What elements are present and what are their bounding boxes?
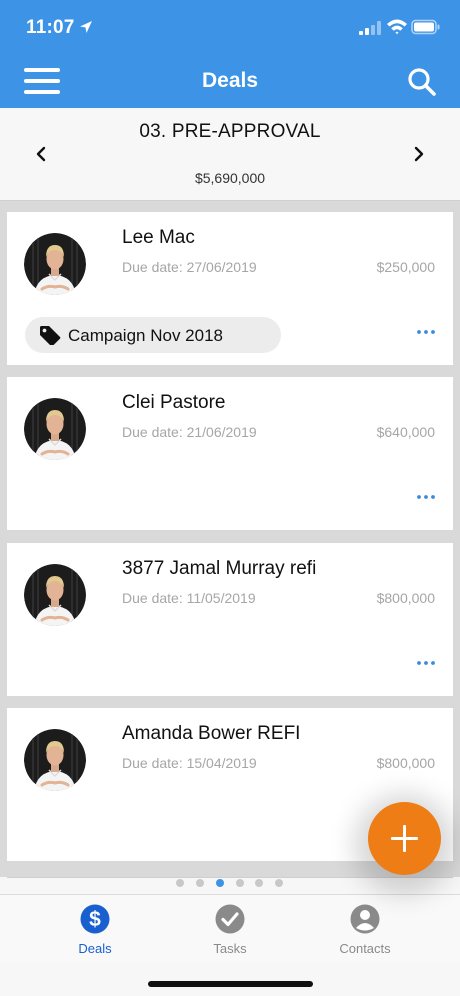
cellular-signal-icon [359, 21, 381, 35]
app-header: 11:07 Deals [0, 0, 460, 108]
tab-contacts-label: Contacts [339, 941, 391, 956]
avatar [24, 233, 86, 295]
deal-name: Amanda Bower REFI [122, 723, 301, 744]
plus-icon [403, 825, 406, 852]
deal-card[interactable]: Lee Mac Due date: 27/06/2019 $250,000 Campa… [7, 212, 453, 365]
stage-name: 03. PRE-APPROVAL [139, 121, 321, 142]
page-dot[interactable] [275, 879, 283, 887]
tab-tasks-label: Tasks [213, 941, 247, 956]
wifi-icon [387, 19, 407, 35]
bottom-area: $ Deals Tasks Contacts [0, 877, 460, 996]
person-circle-icon [350, 904, 380, 934]
page-dot[interactable] [236, 879, 244, 887]
location-arrow-icon [80, 21, 92, 33]
deal-amount: $250,000 [376, 259, 435, 275]
check-circle-icon [215, 904, 245, 934]
more-options-icon[interactable] [415, 324, 437, 340]
more-options-icon[interactable] [415, 655, 437, 671]
page-dot[interactable] [216, 879, 224, 887]
more-options-icon[interactable] [415, 489, 437, 505]
tab-deals-label: Deals [78, 941, 112, 956]
tag-label: Campaign Nov 2018 [68, 326, 223, 345]
dollar-circle-icon: $ [80, 904, 110, 934]
page-indicator [0, 878, 460, 893]
deal-name: Lee Mac [122, 227, 195, 248]
battery-icon [411, 19, 440, 35]
tab-bar: $ Deals Tasks Contacts [0, 894, 460, 962]
deal-list: Lee Mac Due date: 27/06/2019 $250,000 Campa… [0, 201, 460, 877]
stage-total: $5,690,000 [194, 170, 266, 186]
deal-due-date: Due date: 11/05/2019 [122, 590, 256, 606]
deal-name: Clei Pastore [122, 392, 226, 413]
avatar [24, 398, 86, 460]
chevron-left-icon[interactable] [32, 144, 50, 164]
deal-card[interactable]: Clei Pastore Due date: 21/06/2019 $640,000 [7, 377, 453, 530]
search-icon[interactable] [406, 66, 438, 98]
tab-tasks[interactable]: Tasks [175, 895, 285, 963]
deal-due-date: Due date: 21/06/2019 [122, 424, 257, 440]
status-time: 11:07 [26, 17, 75, 38]
deal-amount: $640,000 [376, 424, 435, 440]
page-dot[interactable] [196, 879, 204, 887]
avatar [24, 729, 86, 791]
deal-name: 3877 Jamal Murray refi [122, 558, 317, 579]
status-bar: 11:07 [0, 0, 460, 56]
nav-bar: Deals [0, 56, 460, 108]
deal-due-date: Due date: 15/04/2019 [122, 755, 257, 771]
svg-text:$: $ [89, 908, 101, 931]
home-indicator [148, 981, 313, 987]
tag-chip[interactable]: Campaign Nov 2018 [25, 317, 281, 353]
page-title: Deals [201, 69, 259, 92]
chevron-right-icon[interactable] [410, 144, 428, 164]
stage-header: 03. PRE-APPROVAL $5,690,000 [0, 108, 460, 201]
avatar [24, 564, 86, 626]
deal-amount: $800,000 [376, 590, 435, 606]
tag-icon [39, 325, 61, 347]
add-deal-button[interactable] [368, 802, 441, 875]
page-dot[interactable] [176, 879, 184, 887]
deal-due-date: Due date: 27/06/2019 [122, 259, 257, 275]
page-dot[interactable] [255, 879, 263, 887]
deal-amount: $800,000 [376, 755, 435, 771]
deal-card[interactable]: 3877 Jamal Murray refi Due date: 11/05/20… [7, 543, 453, 696]
tab-contacts[interactable]: Contacts [310, 895, 420, 963]
tab-deals[interactable]: $ Deals [40, 895, 150, 963]
